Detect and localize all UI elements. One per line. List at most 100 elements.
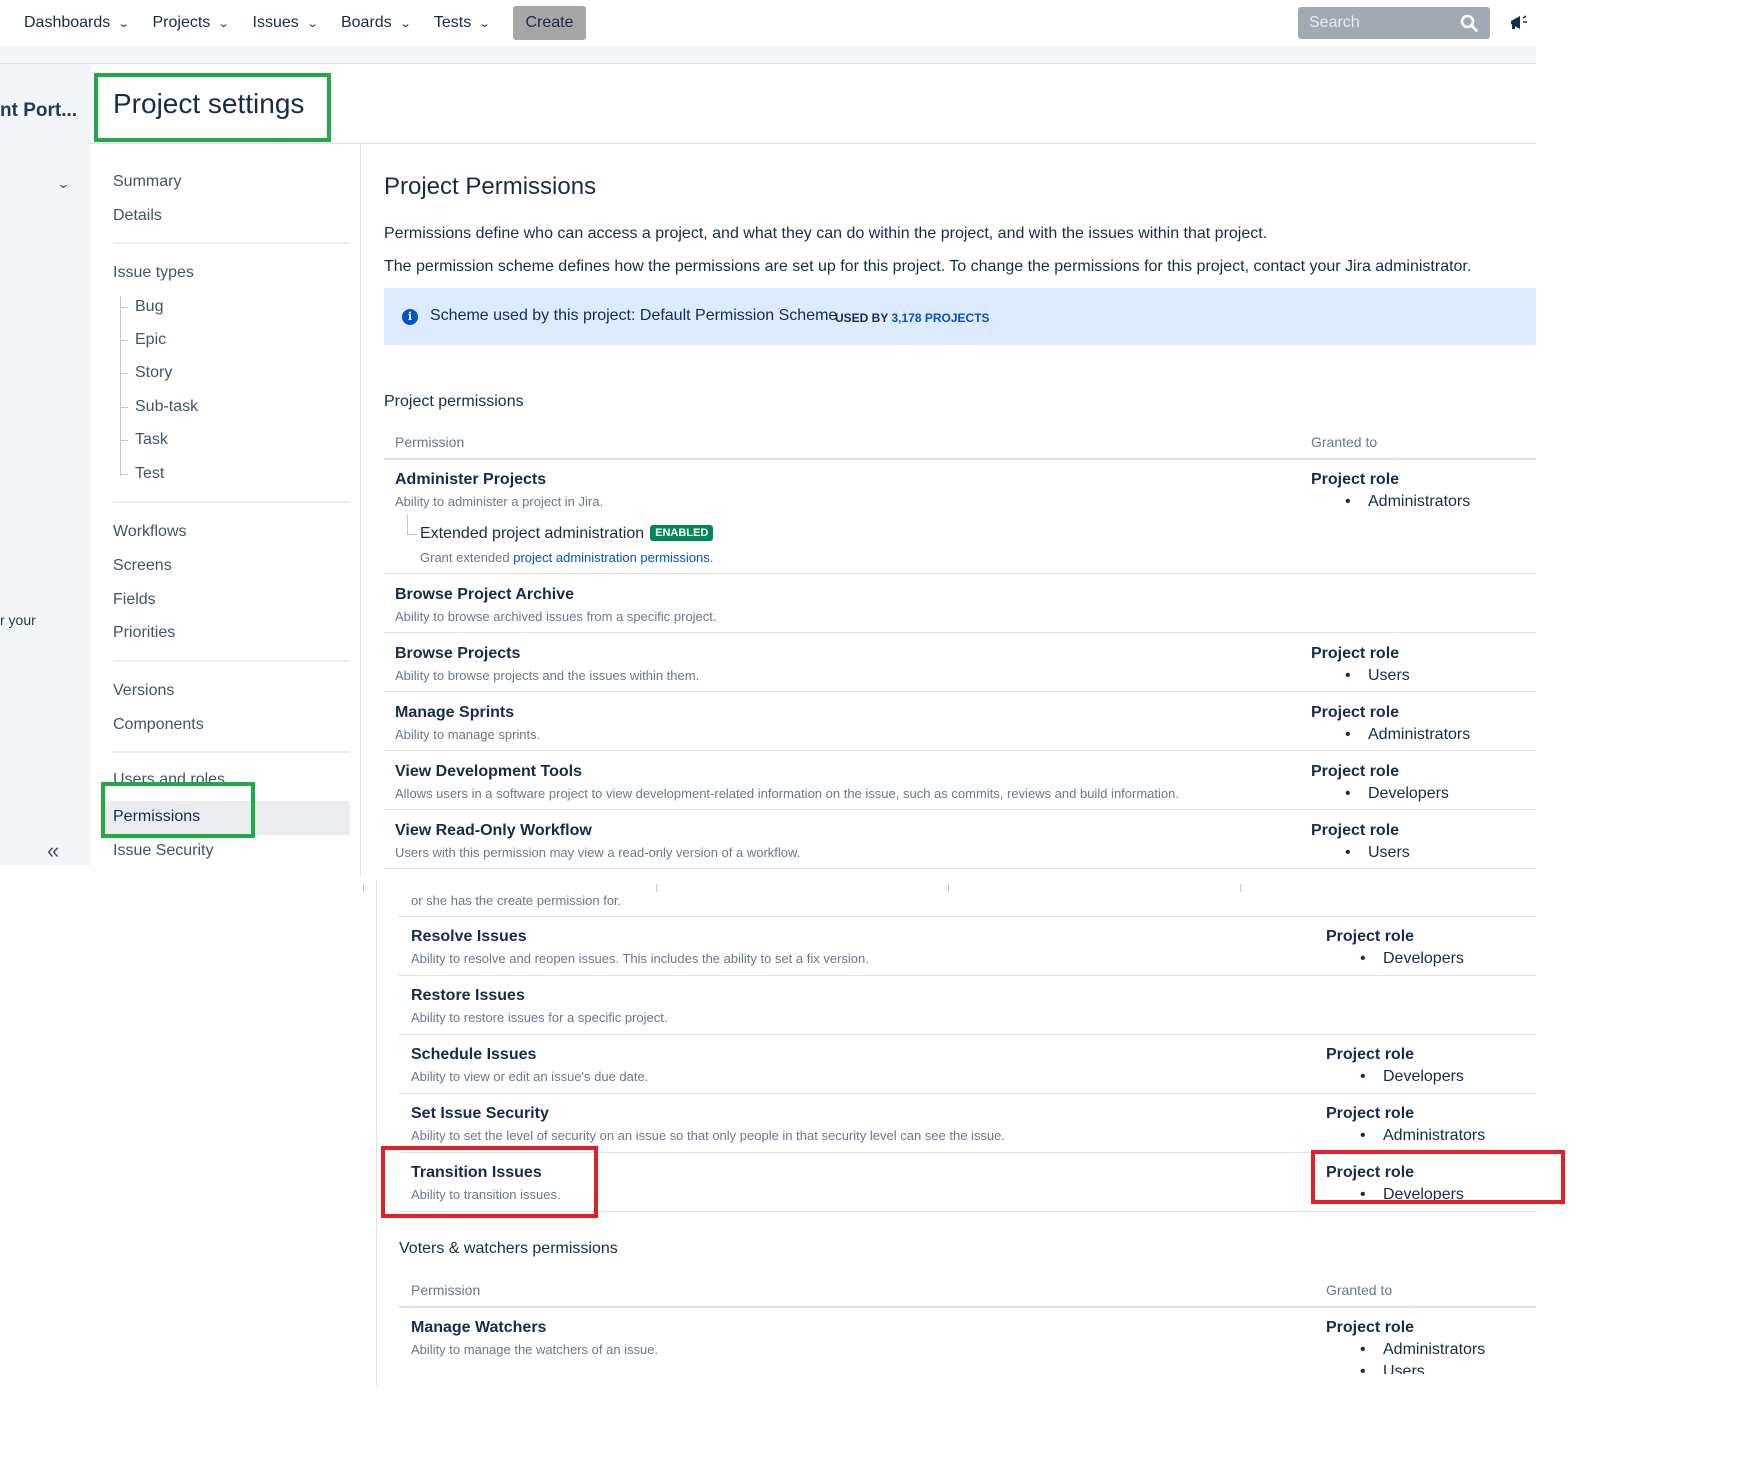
permission-name: Manage Sprints — [395, 704, 515, 721]
granted-value: Administrators — [1360, 1341, 1485, 1359]
project-sidebar — [0, 64, 91, 865]
row-divider — [399, 1034, 1536, 1035]
permission-name: View Development Tools — [395, 763, 583, 780]
row-divider — [399, 1093, 1536, 1094]
granted-role: Project role — [1311, 471, 1400, 488]
nav-issue-type-task[interactable]: Task — [135, 431, 168, 449]
granted-role: Project role — [1311, 645, 1400, 662]
tree-branch — [120, 474, 128, 475]
nav-priorities[interactable]: Priorities — [113, 624, 175, 642]
chevron-down-icon: ⌄ — [117, 17, 130, 30]
megaphone-icon[interactable] — [1508, 12, 1530, 34]
project-permissions-title: Project permissions — [384, 393, 524, 410]
nav-separator — [113, 751, 350, 753]
content-divider — [376, 880, 377, 1385]
permission-name: Browse Projects — [395, 645, 521, 662]
nav-versions[interactable]: Versions — [113, 682, 174, 700]
header-divider-line — [91, 143, 1536, 144]
intro-paragraph: Permissions define who can access a proj… — [384, 225, 1268, 242]
permission-desc: Ability to set the level of security on … — [411, 1128, 1005, 1143]
project-name[interactable]: nt Port... — [0, 100, 77, 122]
nav-issue-types[interactable]: Issue types — [113, 264, 194, 282]
permission-desc: Users with this permission may view a re… — [395, 845, 801, 860]
permission-name: View Read-Only Workflow — [395, 822, 592, 839]
nav-boards-label: Boards — [340, 14, 392, 31]
row-divider — [384, 809, 1536, 810]
permission-name: Schedule Issues — [411, 1046, 537, 1063]
granted-value: Developers — [1360, 950, 1464, 968]
clipped-grant: Users — [1360, 1363, 1560, 1374]
table-header-line — [384, 458, 1536, 460]
annotation-box-title — [94, 73, 331, 142]
granted-role: Project role — [1311, 763, 1400, 780]
row-divider — [399, 916, 1536, 917]
extended-admin-link[interactable]: project administration permissions — [513, 550, 710, 565]
permission-desc: Ability to restore issues for a specific… — [411, 1010, 668, 1025]
granted-role: Project role — [1311, 822, 1400, 839]
nav-issue-type-bug[interactable]: Bug — [135, 298, 163, 316]
chevron-down-icon: ⌄ — [399, 17, 412, 30]
extended-desc-suffix: . — [709, 550, 714, 565]
nav-issue-type-epic[interactable]: Epic — [135, 331, 166, 349]
permission-desc: Ability to resolve and reopen issues. Th… — [411, 951, 869, 966]
scheme-name: Scheme used by this project: Default Per… — [430, 307, 838, 324]
tree-branch — [120, 407, 128, 408]
permission-name: Restore Issues — [411, 987, 525, 1004]
nav-separator — [113, 501, 350, 503]
scheme-info-banner: i Scheme used by this project: Default P… — [384, 288, 1536, 345]
scroll-tick — [363, 884, 364, 892]
nav-screens[interactable]: Screens — [113, 557, 172, 575]
row-divider — [399, 975, 1536, 976]
granted-role: Project role — [1326, 928, 1415, 945]
permission-name: Administer Projects — [395, 471, 547, 488]
chevron-down-icon: ⌄ — [217, 17, 230, 30]
nav-summary[interactable]: Summary — [113, 173, 181, 191]
nav-workflows[interactable]: Workflows — [113, 523, 187, 541]
nav-projects[interactable]: Projects ⌄ — [152, 14, 230, 32]
scroll-tick — [948, 884, 949, 892]
nav-tests[interactable]: Tests ⌄ — [433, 14, 491, 32]
nav-issues[interactable]: Issues ⌄ — [253, 14, 319, 32]
used-by-link[interactable]: 3,178 PROJECTS — [891, 311, 989, 325]
row-divider — [384, 868, 1536, 869]
scroll-tick — [1240, 884, 1241, 892]
permission-desc: Ability to manage sprints. — [395, 727, 541, 742]
tree-branch — [120, 307, 128, 308]
nav-tests-label: Tests — [433, 14, 472, 31]
scheme-usage: USED BY 3,178 PROJECTS — [835, 311, 990, 325]
nav-issue-type-subtask[interactable]: Sub-task — [135, 398, 198, 416]
permission-desc: Ability to browse projects and the issue… — [395, 668, 700, 683]
nav-projects-label: Projects — [152, 14, 211, 31]
granted-value: Administrators — [1360, 1127, 1485, 1145]
nav-issue-security[interactable]: Issue Security — [113, 842, 213, 860]
annotation-box-transition-issues — [381, 1146, 598, 1218]
create-button[interactable]: Create — [513, 6, 586, 40]
search-input[interactable]: Search — [1298, 7, 1490, 39]
permission-name: Resolve Issues — [411, 928, 527, 945]
permission-desc: Ability to administer a project in Jira. — [395, 494, 604, 509]
nav-details[interactable]: Details — [113, 207, 162, 225]
sidebar-cut-text: r your — [0, 612, 36, 628]
extended-admin-label: Extended project administration ENABLED — [420, 525, 714, 543]
nav-issue-type-test[interactable]: Test — [135, 465, 164, 483]
permission-desc: Ability to view or edit an issue's due d… — [411, 1069, 649, 1084]
tree-branch — [407, 514, 417, 535]
row-divider — [384, 750, 1536, 751]
nav-issue-type-story[interactable]: Story — [135, 364, 172, 382]
collapse-sidebar-icon[interactable]: « — [47, 838, 59, 864]
col-permission-header: Permission — [395, 434, 465, 450]
nav-separator — [113, 660, 350, 662]
nav-fields[interactable]: Fields — [113, 591, 156, 609]
nav-boards[interactable]: Boards ⌄ — [340, 14, 412, 32]
nav-dashboards[interactable]: Dashboards ⌄ — [24, 14, 130, 32]
extended-desc-prefix: Grant extended — [420, 550, 510, 565]
annotation-box-granted-developers — [1311, 1150, 1565, 1204]
nav-components[interactable]: Components — [113, 716, 204, 734]
granted-role: Project role — [1311, 704, 1400, 721]
chevron-down-icon[interactable]: ⌄ — [56, 176, 70, 192]
permission-name: Set Issue Security — [411, 1105, 549, 1122]
col-permission-header: Permission — [411, 1282, 481, 1298]
extended-admin-desc: Grant extended project administration pe… — [420, 550, 713, 565]
granted-value: Users — [1345, 667, 1410, 685]
permission-desc: Allows users in a software project to vi… — [395, 786, 1179, 801]
